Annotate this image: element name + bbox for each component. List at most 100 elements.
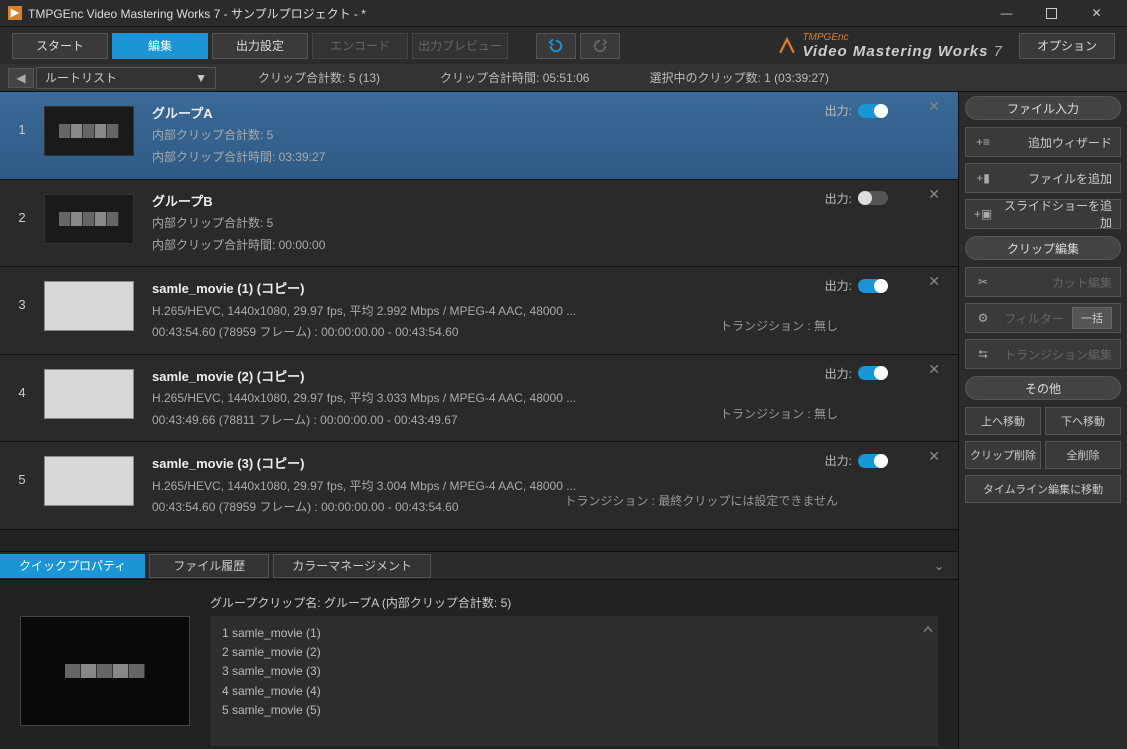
property-panel: グループクリップ名: グループA (内部クリップ合計数: 5) 1 samle_… [0, 579, 958, 749]
undo-button[interactable] [536, 33, 576, 59]
output-toggle[interactable] [858, 279, 888, 293]
transition-label: トランジション : 無し [720, 317, 838, 334]
filter-button[interactable]: ⚙ フィルター 一括 [965, 303, 1121, 333]
side-header-other: その他 [965, 376, 1121, 400]
clip-thumbnail [44, 369, 134, 419]
output-toggle-group: 出力: [825, 452, 888, 469]
clip-number: 2 [0, 190, 44, 225]
transition-edit-button[interactable]: ⮀ トランジション編集 [965, 339, 1121, 369]
property-list-item: 2 samle_movie (2) [222, 643, 926, 662]
brand: TMPGEnc Video Mastering Works 7 [624, 32, 1015, 60]
delete-clip-button[interactable]: クリップ削除 [965, 441, 1041, 469]
remove-clip-button[interactable]: ✕ [928, 273, 940, 290]
remove-clip-button[interactable]: ✕ [928, 448, 940, 465]
tab-encode[interactable]: エンコード [312, 33, 408, 59]
group-thumbnail [44, 106, 134, 156]
plus-slides-icon: +▣ [974, 207, 992, 221]
sidebar: ファイル入力 +≡ 追加ウィザード +▮ ファイルを追加 +▣ スライドショーを… [959, 92, 1127, 749]
gear-icon: ⚙ [974, 311, 992, 325]
output-toggle-group: 出力: [825, 190, 888, 207]
tab-start[interactable]: スタート [12, 33, 108, 59]
transition-label: トランジション : 最終クリップには設定できません [564, 492, 838, 509]
delete-all-button[interactable]: 全削除 [1045, 441, 1121, 469]
redo-button[interactable] [580, 33, 620, 59]
list-dropdown[interactable]: ルートリスト ▼ [36, 67, 216, 89]
property-list-item: 3 samle_movie (3) [222, 662, 926, 681]
move-up-button[interactable]: 上へ移動 [965, 407, 1041, 435]
dropdown-label: ルートリスト [45, 69, 117, 86]
clip-number: 3 [0, 277, 44, 312]
property-list-item: 5 samle_movie (5) [222, 701, 926, 720]
clip-meta1: 内部クリップ合計数: 5 [152, 213, 958, 235]
remove-clip-button[interactable]: ✕ [928, 186, 940, 203]
plus-list-icon: +≡ [974, 135, 992, 149]
remove-clip-button[interactable]: ✕ [928, 98, 940, 115]
tab-output[interactable]: 出力設定 [212, 33, 308, 59]
timeline-edit-button[interactable]: タイムライン編集に移動 [965, 475, 1121, 503]
output-toggle-group: 出力: [825, 102, 888, 119]
window-title: TMPGEnc Video Mastering Works 7 - サンプルプロ… [28, 5, 984, 22]
clip-selected: 選択中のクリップ数: 1 (03:39:27) [619, 69, 858, 86]
output-toggle-group: 出力: [825, 277, 888, 294]
group-thumbnail [44, 194, 134, 244]
batch-button[interactable]: 一括 [1072, 307, 1112, 329]
status-bar: ◀ ルートリスト ▼ クリップ合計数: 5 (13) クリップ合計時間: 05:… [0, 64, 1127, 92]
clip-thumbnail [44, 281, 134, 331]
titlebar: TMPGEnc Video Mastering Works 7 - サンプルプロ… [0, 0, 1127, 26]
add-slideshow-button[interactable]: +▣ スライドショーを追加 [965, 199, 1121, 229]
output-toggle-group: 出力: [825, 365, 888, 382]
clip-meta2: 内部クリップ合計時間: 00:00:00 [152, 235, 958, 257]
property-title: グループクリップ名: グループA (内部クリップ合計数: 5) [210, 594, 511, 611]
clip-row[interactable]: 5samle_movie (3) (コピー)H.265/HEVC, 1440x1… [0, 442, 958, 530]
bottom-tabs: クイックプロパティ ファイル履歴 カラーマネージメント ⌄ [0, 551, 958, 579]
nav-back[interactable]: ◀ [8, 68, 34, 88]
move-down-button[interactable]: 下へ移動 [1045, 407, 1121, 435]
tab-filehistory[interactable]: ファイル履歴 [149, 554, 269, 578]
clip-number: 5 [0, 452, 44, 487]
output-toggle[interactable] [858, 366, 888, 380]
options-button[interactable]: オプション [1019, 33, 1115, 59]
property-thumbnail [20, 616, 190, 726]
remove-clip-button[interactable]: ✕ [928, 361, 940, 378]
scrollbar[interactable] [922, 624, 934, 738]
app-icon [8, 6, 22, 20]
clip-number: 1 [0, 102, 44, 137]
clip-meta1: 内部クリップ合計数: 5 [152, 125, 958, 147]
minimize-button[interactable]: — [984, 0, 1029, 26]
clip-row[interactable]: 2グループB内部クリップ合計数: 5内部クリップ合計時間: 00:00:00出力… [0, 180, 958, 268]
brand-small: TMPGEnc [802, 32, 1003, 43]
clip-list-panel: 1グループA内部クリップ合計数: 5内部クリップ合計時間: 03:39:27出力… [0, 92, 959, 749]
close-button[interactable]: ✕ [1074, 0, 1119, 26]
clip-row[interactable]: 4samle_movie (2) (コピー)H.265/HEVC, 1440x1… [0, 355, 958, 443]
cut-edit-button[interactable]: ✂ カット編集 [965, 267, 1121, 297]
tab-edit[interactable]: 編集 [112, 33, 208, 59]
property-list-item: 1 samle_movie (1) [222, 624, 926, 643]
transition-label: トランジション : 無し [720, 405, 838, 422]
side-header-file: ファイル入力 [965, 96, 1121, 120]
clip-number: 4 [0, 365, 44, 400]
property-info: グループクリップ名: グループA (内部クリップ合計数: 5) 1 samle_… [210, 616, 938, 746]
property-list-item: 4 samle_movie (4) [222, 682, 926, 701]
brand-main: Video Mastering Works 7 [802, 43, 1003, 60]
clip-row[interactable]: 3samle_movie (1) (コピー)H.265/HEVC, 1440x1… [0, 267, 958, 355]
brand-icon [778, 37, 796, 55]
plus-file-icon: +▮ [974, 171, 992, 185]
collapse-panel-button[interactable]: ⌄ [920, 559, 958, 573]
maximize-button[interactable] [1029, 0, 1074, 26]
clip-count: クリップ合計数: 5 (13) [228, 69, 410, 86]
transition-icon: ⮀ [974, 347, 992, 362]
scissors-icon: ✂ [974, 275, 992, 289]
clip-time: クリップ合計時間: 05:51:06 [410, 69, 619, 86]
add-file-button[interactable]: +▮ ファイルを追加 [965, 163, 1121, 193]
wizard-button[interactable]: +≡ 追加ウィザード [965, 127, 1121, 157]
tab-quickprop[interactable]: クイックプロパティ [0, 554, 145, 578]
clip-thumbnail [44, 456, 134, 506]
output-toggle[interactable] [858, 191, 888, 205]
main-toolbar: スタート 編集 出力設定 エンコード 出力プレビュー TMPGEnc Video… [0, 26, 1127, 64]
output-toggle[interactable] [858, 454, 888, 468]
tab-preview[interactable]: 出力プレビュー [412, 33, 508, 59]
output-toggle[interactable] [858, 104, 888, 118]
side-header-edit: クリップ編集 [965, 236, 1121, 260]
tab-colormgmt[interactable]: カラーマネージメント [273, 554, 431, 578]
clip-row[interactable]: 1グループA内部クリップ合計数: 5内部クリップ合計時間: 03:39:27出力… [0, 92, 958, 180]
